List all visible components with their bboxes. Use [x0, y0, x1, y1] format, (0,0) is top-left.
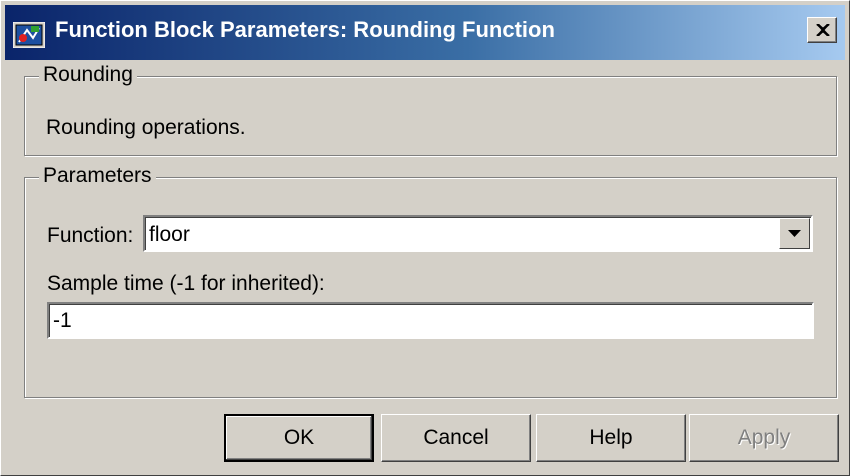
rounding-group: Rounding Rounding operations.: [24, 63, 837, 156]
window-title: Function Block Parameters: Rounding Func…: [55, 17, 555, 42]
function-select-value: floor: [149, 223, 190, 246]
function-label: Function:: [47, 224, 134, 247]
function-dropdown-button[interactable]: [779, 218, 810, 249]
block-description: Rounding operations.: [46, 116, 246, 139]
apply-button[interactable]: Apply: [689, 414, 839, 462]
cancel-button[interactable]: Cancel: [381, 414, 531, 462]
sample-time-input[interactable]: [47, 302, 814, 339]
parameters-group: Parameters Function: floor Sample time (…: [24, 164, 837, 398]
close-icon: [816, 24, 830, 36]
help-button[interactable]: Help: [536, 414, 686, 462]
ok-button[interactable]: OK: [224, 414, 374, 462]
rounding-group-legend: Rounding: [39, 63, 137, 87]
close-button[interactable]: [807, 17, 837, 43]
function-select[interactable]: floor: [143, 215, 813, 252]
function-block-parameters-dialog: Function Block Parameters: Rounding Func…: [0, 0, 850, 476]
parameters-group-legend: Parameters: [39, 164, 156, 188]
chevron-down-icon: [788, 230, 801, 237]
simulink-block-icon: [12, 21, 46, 49]
sample-time-label: Sample time (-1 for inherited):: [47, 272, 325, 295]
title-bar[interactable]: Function Block Parameters: Rounding Func…: [5, 5, 845, 60]
